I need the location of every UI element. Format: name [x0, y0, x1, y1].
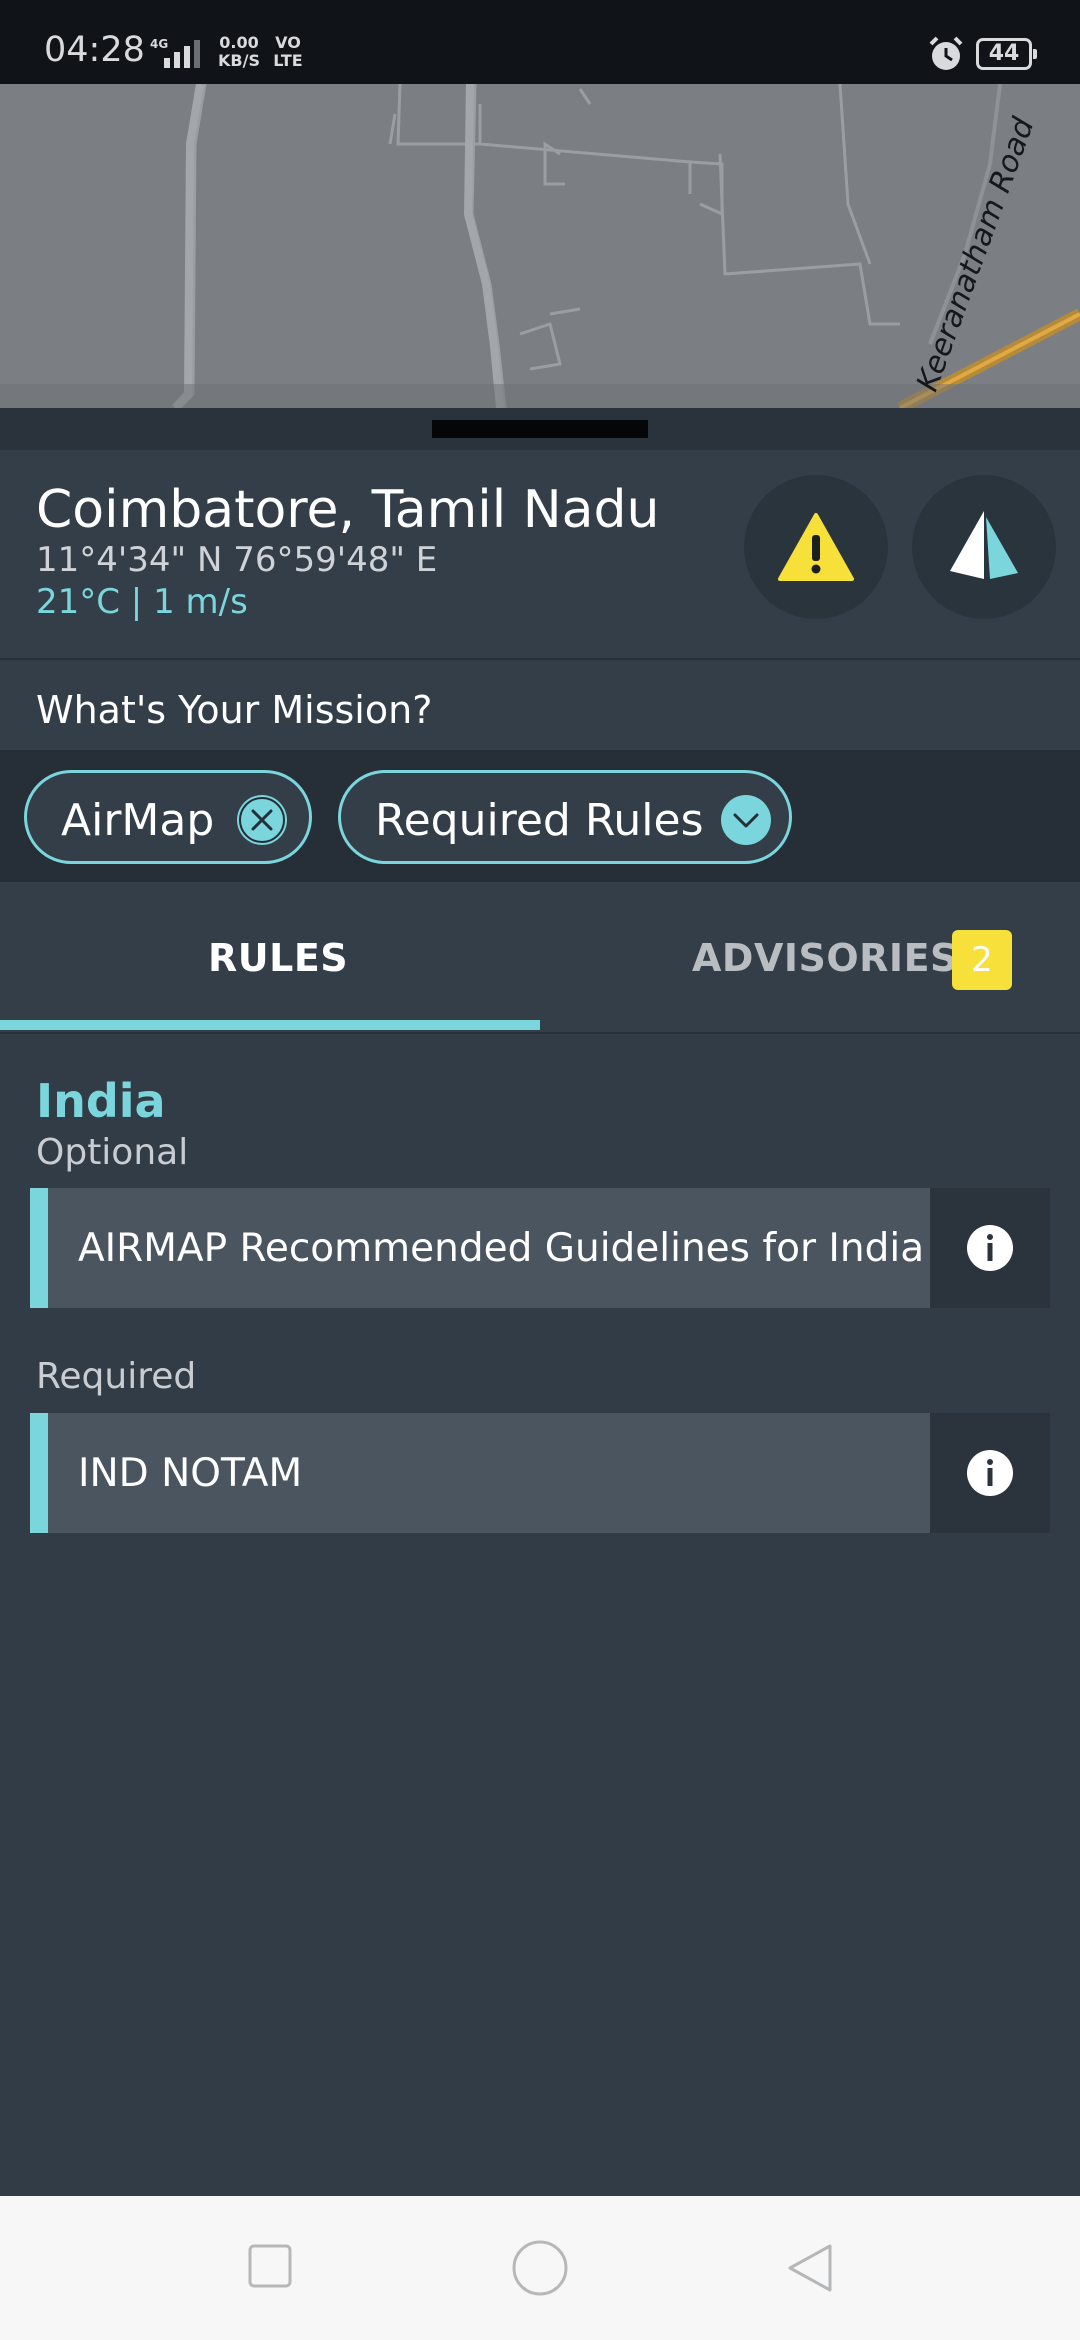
- status-time: 04:28: [44, 30, 145, 70]
- chip-rules-label: Required Rules: [375, 795, 704, 846]
- rule-info-button[interactable]: [930, 1188, 1050, 1308]
- tab-bar: RULES ADVISORIES 2: [0, 882, 1080, 1034]
- back-icon[interactable]: [786, 2242, 834, 2294]
- mission-prompt: What's Your Mission?: [36, 688, 433, 732]
- status-bar: 04:28 4G 0.00 KB/S VO LTE 44: [0, 0, 1080, 84]
- rule-item[interactable]: AIRMAP Recommended Guidelines for India: [30, 1188, 1050, 1308]
- rule-accent: [30, 1188, 48, 1308]
- chip-airmap-label: AirMap: [61, 795, 215, 846]
- optional-label: Optional: [36, 1132, 189, 1173]
- navigation-arrow-icon: [950, 511, 1018, 579]
- signal-icon: 4G: [150, 37, 200, 68]
- volte-indicator: VO LTE: [273, 33, 303, 70]
- ruleset-chips: AirMap Required Rules: [0, 750, 1080, 882]
- rule-item-label: AIRMAP Recommended Guidelines for India: [78, 1226, 925, 1271]
- rule-accent: [30, 1413, 48, 1533]
- warning-triangle-icon: [778, 513, 854, 581]
- drag-handle[interactable]: [432, 420, 648, 438]
- chip-airmap[interactable]: AirMap: [24, 770, 312, 864]
- advisory-warning-button[interactable]: [744, 475, 888, 619]
- network-type: 4G: [150, 37, 168, 51]
- required-label: Required: [36, 1356, 197, 1397]
- rule-item-label: IND NOTAM: [78, 1451, 303, 1496]
- home-icon[interactable]: [512, 2240, 568, 2296]
- system-nav-bar: [0, 2196, 1080, 2340]
- data-speed: 0.00 KB/S: [218, 33, 260, 70]
- info-icon: [967, 1225, 1013, 1271]
- sheet-handle-bar[interactable]: [0, 408, 1080, 450]
- alarm-icon: [929, 36, 963, 70]
- chip-required-rules[interactable]: Required Rules: [338, 770, 792, 864]
- map-view[interactable]: Keeranatham Road: [0, 84, 1080, 408]
- chevron-down-icon[interactable]: [721, 795, 771, 845]
- rules-country: India: [36, 1074, 166, 1128]
- tab-advisories[interactable]: ADVISORIES 2: [540, 882, 1080, 1032]
- navigation-button[interactable]: [912, 475, 1056, 619]
- rule-info-button[interactable]: [930, 1413, 1050, 1533]
- advisories-count-badge: 2: [952, 930, 1012, 990]
- tab-rules-label: RULES: [208, 936, 349, 980]
- tab-advisories-label: ADVISORIES: [692, 936, 958, 980]
- battery-indicator: 44: [976, 38, 1037, 70]
- tab-active-indicator: [0, 1020, 540, 1030]
- recents-icon[interactable]: [248, 2244, 292, 2288]
- location-header: Coimbatore, Tamil Nadu 11°4'34" N 76°59'…: [0, 450, 1080, 660]
- info-icon: [967, 1450, 1013, 1496]
- tab-rules[interactable]: RULES: [0, 882, 540, 1032]
- close-circle-icon[interactable]: [237, 795, 287, 845]
- mission-section: What's Your Mission?: [0, 662, 1080, 750]
- location-title: Coimbatore, Tamil Nadu: [36, 480, 660, 540]
- location-coordinates: 11°4'34" N 76°59'48" E: [36, 540, 438, 580]
- location-weather: 21°C | 1 m/s: [36, 582, 248, 622]
- rule-item[interactable]: IND NOTAM: [30, 1413, 1050, 1533]
